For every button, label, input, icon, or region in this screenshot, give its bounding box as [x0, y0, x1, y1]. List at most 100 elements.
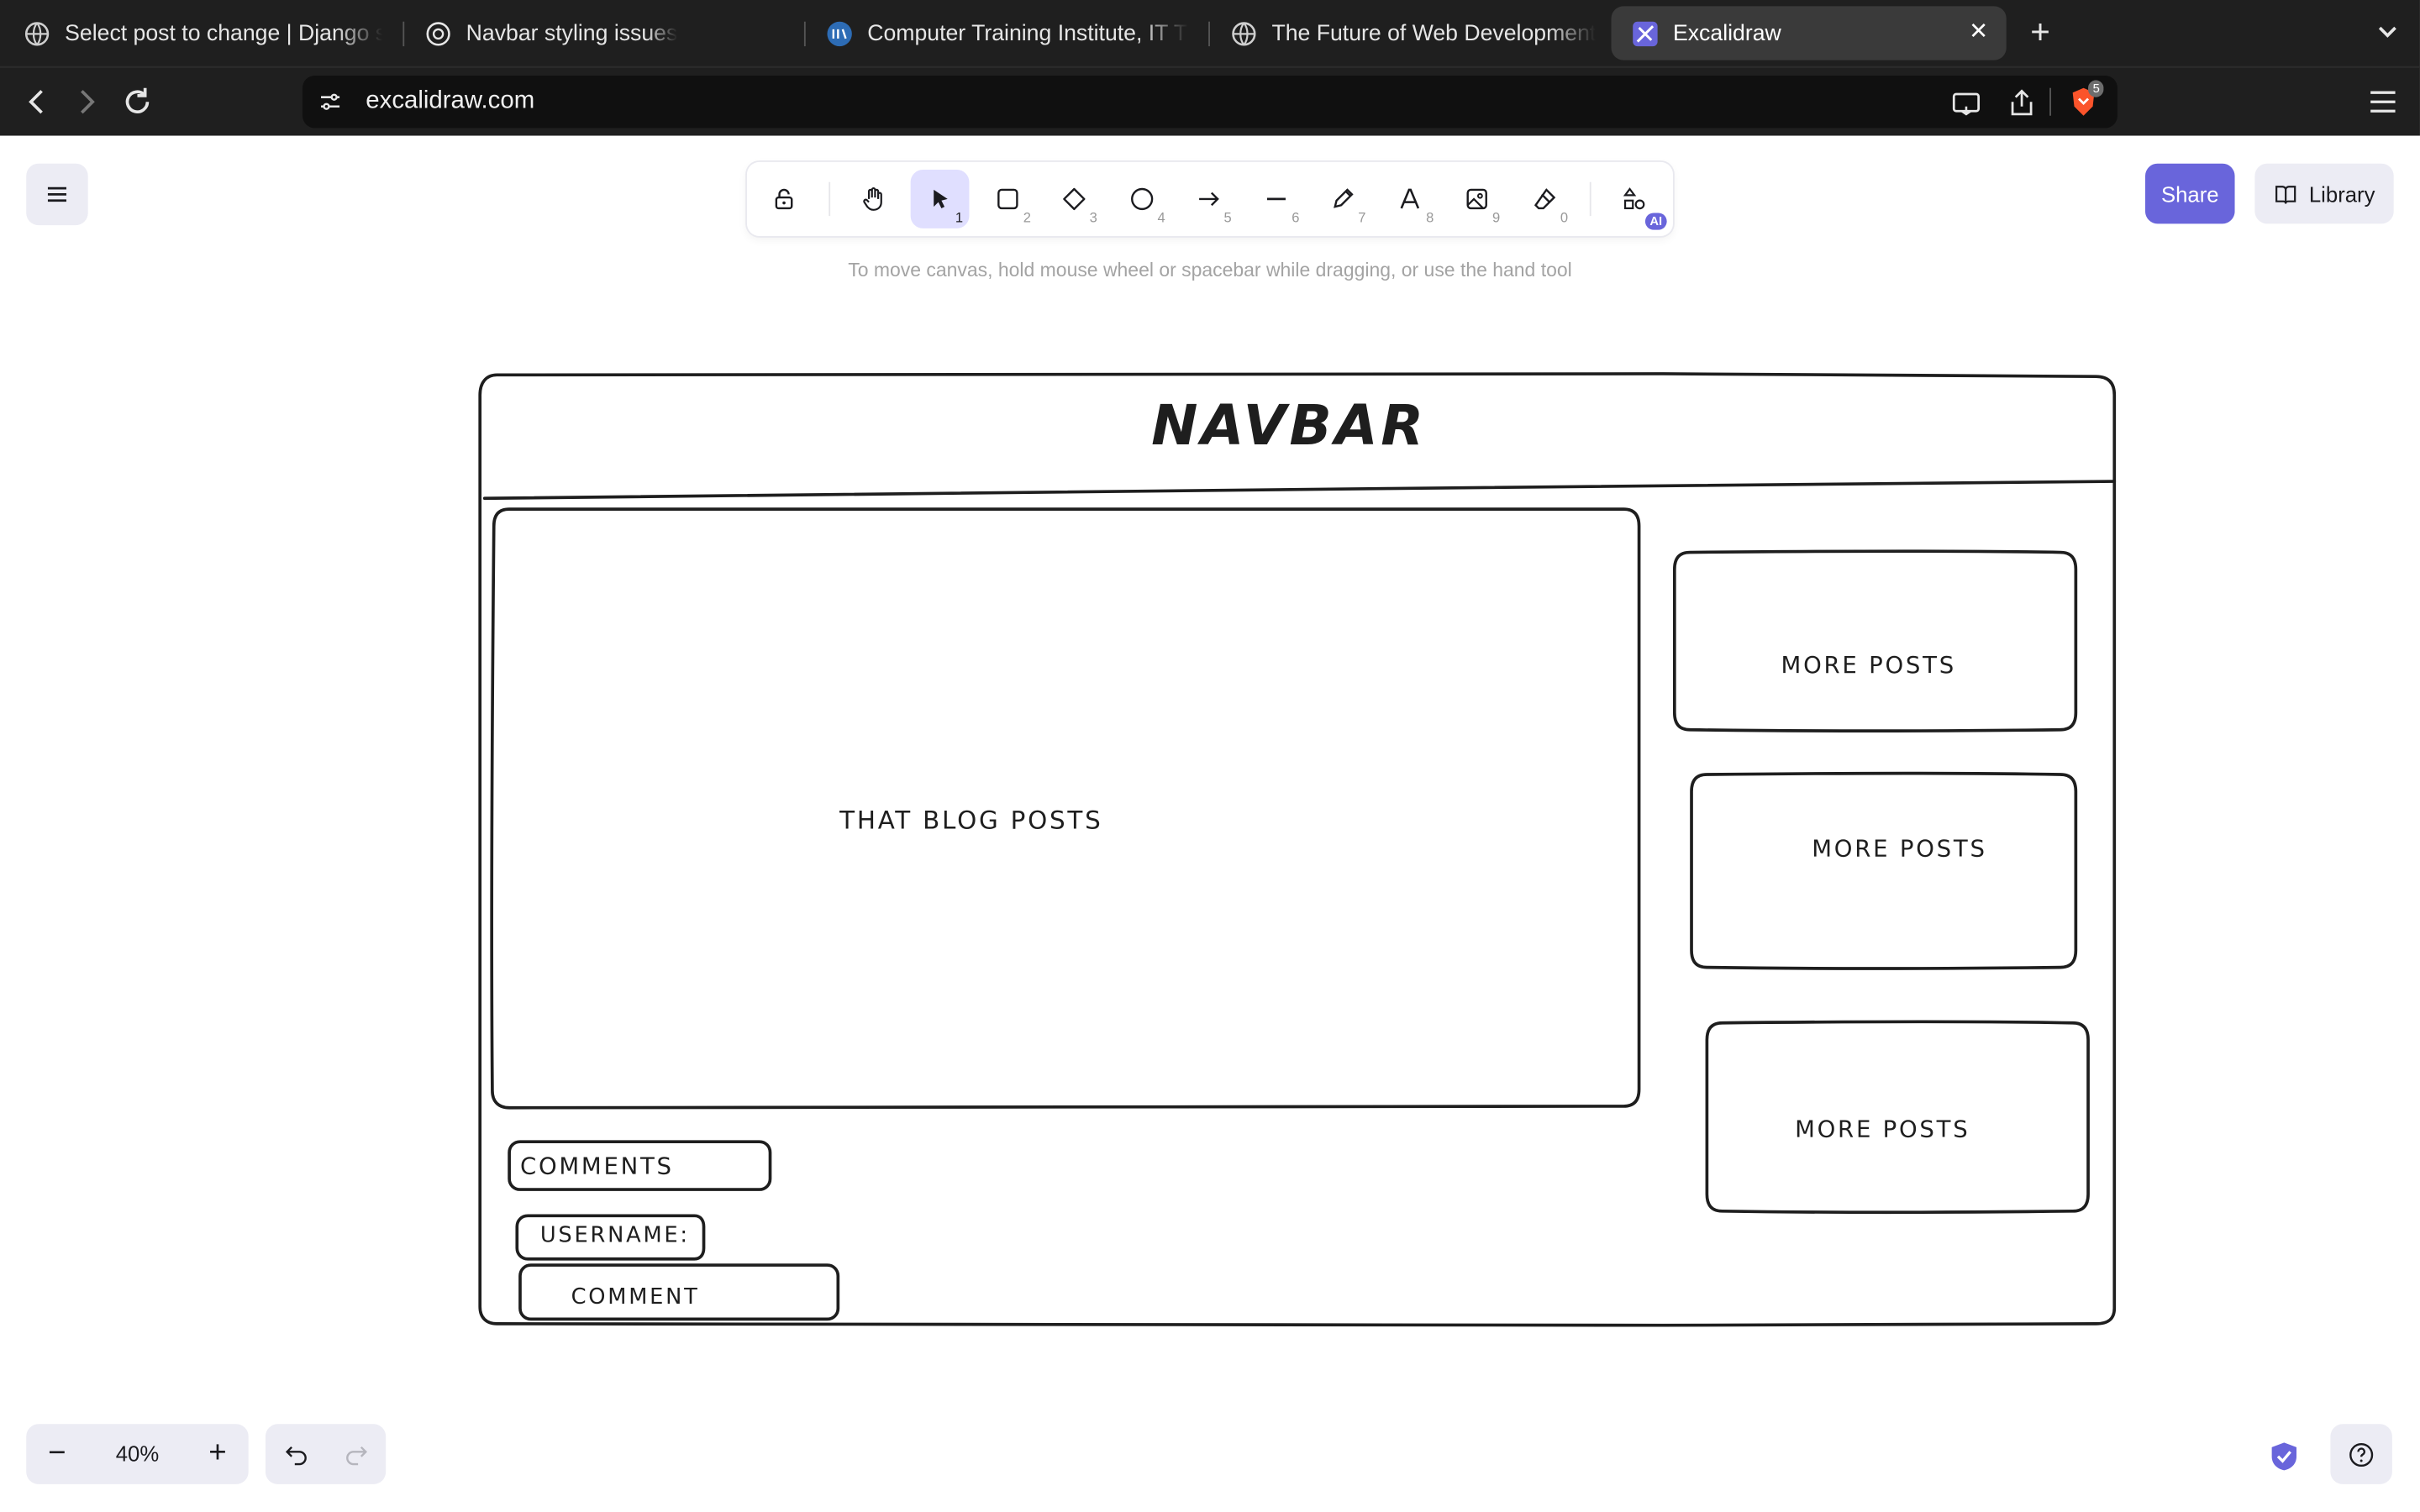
canvas-hint: To move canvas, hold mouse wheel or spac…	[848, 259, 1572, 281]
tool-shortcut: 4	[1157, 209, 1165, 226]
tool-image[interactable]: 9	[1448, 170, 1507, 228]
close-tab-icon[interactable]: ✕	[1966, 19, 1991, 45]
tool-shortcut: 3	[1089, 209, 1097, 226]
more-posts-label-3[interactable]: MORE POSTS	[1795, 1116, 1970, 1143]
username-label[interactable]: USERNAME:	[540, 1224, 690, 1248]
tool-diamond[interactable]: 3	[1044, 170, 1103, 228]
more-posts-label-1[interactable]: MORE POSTS	[1781, 651, 1956, 679]
cast-icon[interactable]	[1951, 88, 1982, 119]
comment-label[interactable]: COMMENT	[571, 1285, 700, 1310]
separator	[2049, 87, 2051, 116]
hamburger-icon	[47, 186, 66, 202]
site-logo-icon	[827, 20, 852, 46]
zoom-in-button[interactable]: +	[187, 1424, 248, 1484]
tab-label: The Future of Web Development	[1271, 20, 1597, 46]
text-icon	[1400, 188, 1420, 209]
excalidraw-logo-icon	[1633, 20, 1658, 46]
shapes-icon	[1623, 187, 1645, 210]
tool-draw[interactable]: 7	[1313, 170, 1372, 228]
image-icon	[1466, 188, 1487, 210]
navbar-label[interactable]: NAVBAR	[1151, 395, 1427, 458]
tab-computer-training[interactable]: Computer Training Institute, IT Training	[827, 6, 1188, 60]
help-icon	[2349, 1442, 2374, 1467]
history-controls	[265, 1424, 387, 1484]
excalidraw-app: NAVBAR THAT BLOG POSTS MORE POSTS MORE P…	[0, 135, 2420, 1512]
toolbar-separator	[1589, 181, 1591, 217]
forward-button[interactable]	[68, 83, 105, 120]
pointer-icon	[934, 189, 948, 208]
browser-menu-icon[interactable]	[2367, 87, 2398, 118]
tool-text[interactable]: 8	[1381, 170, 1440, 228]
book-icon	[2275, 185, 2296, 203]
more-posts-label-2[interactable]: MORE POSTS	[1812, 835, 1986, 863]
help-button[interactable]	[2330, 1424, 2392, 1484]
redo-button[interactable]	[326, 1424, 387, 1484]
url-bar[interactable]: excalidraw.com 5	[302, 75, 2118, 129]
hand-icon	[863, 187, 882, 211]
eraser-icon	[1534, 188, 1556, 210]
zoom-out-button[interactable]: −	[26, 1424, 87, 1484]
ellipse-icon	[1131, 187, 1154, 211]
globe-icon	[24, 21, 50, 45]
tool-shortcut: 0	[1560, 209, 1569, 226]
undo-button[interactable]	[266, 1424, 326, 1484]
share-icon[interactable]	[2007, 88, 2038, 119]
toolbar-separator	[829, 181, 831, 217]
tool-eraser[interactable]: 0	[1516, 170, 1575, 228]
browser-address-bar: excalidraw.com 5	[0, 66, 2420, 136]
tool-selection[interactable]: 1	[910, 170, 970, 228]
navbar-divider	[482, 480, 2117, 501]
drawing-canvas[interactable]	[0, 136, 2420, 1512]
tool-shortcut: 7	[1358, 209, 1366, 226]
library-label: Library	[2308, 181, 2375, 207]
diamond-icon	[1063, 187, 1086, 211]
arrow-icon	[1199, 192, 1219, 207]
tool-hand[interactable]	[844, 170, 903, 228]
main-menu-button[interactable]	[26, 163, 88, 226]
tool-arrow[interactable]: 5	[1179, 170, 1238, 228]
tool-lock[interactable]	[755, 170, 813, 228]
pencil-icon	[1334, 188, 1354, 208]
shapes-toolbar: 1 2 3 4 5 6 7 8 9 0 AI	[746, 161, 1673, 237]
site-settings-icon[interactable]	[318, 90, 342, 114]
tool-line[interactable]: 6	[1247, 170, 1306, 228]
more-posts-box-2	[1690, 771, 2078, 970]
line-icon	[1266, 197, 1286, 201]
tool-ellipse[interactable]: 4	[1113, 170, 1171, 228]
brave-badge: 5	[2088, 80, 2105, 97]
tab-label: Computer Training Institute, IT Training	[867, 20, 1188, 46]
zoom-controls: − 40% +	[26, 1424, 249, 1484]
brave-shields-icon[interactable]: 5	[2066, 80, 2105, 116]
redo-icon	[345, 1446, 367, 1465]
tool-shortcut: 6	[1292, 209, 1300, 226]
tab-django-admin[interactable]: Select post to change | Django site admi…	[24, 6, 383, 60]
encryption-shield-icon[interactable]	[2263, 1435, 2306, 1478]
tab-label: Select post to change | Django site admi…	[65, 20, 382, 46]
tool-shortcut: 8	[1426, 209, 1434, 226]
library-button[interactable]: Library	[2254, 163, 2394, 224]
tool-shortcut: 2	[1023, 209, 1031, 226]
tool-shortcut: 1	[955, 209, 964, 226]
tab-separator	[402, 21, 405, 47]
tab-future-web-dev[interactable]: The Future of Web Development	[1232, 6, 1596, 60]
undo-icon	[285, 1446, 306, 1465]
tab-navbar-styling[interactable]: Navbar styling issues	[426, 6, 790, 60]
share-button[interactable]: Share	[2145, 163, 2235, 224]
tool-shortcut: 9	[1492, 209, 1501, 226]
tab-list-chevron-icon[interactable]	[2370, 15, 2404, 49]
reload-button[interactable]	[118, 83, 155, 120]
zoom-level[interactable]: 40%	[88, 1441, 187, 1465]
tool-rectangle[interactable]: 2	[978, 170, 1037, 228]
tab-excalidraw[interactable]: Excalidraw ✕	[1611, 6, 2007, 60]
blog-posts-label[interactable]: THAT BLOG POSTS	[839, 806, 1102, 835]
unlock-icon	[775, 188, 793, 210]
back-button[interactable]	[18, 83, 55, 120]
tool-more-shapes-ai[interactable]: AI	[1605, 170, 1667, 230]
rectangle-icon	[997, 188, 1018, 210]
new-tab-button[interactable]: +	[2022, 14, 2059, 52]
tab-label: Excalidraw	[1672, 20, 1781, 46]
ai-badge: AI	[1644, 213, 1667, 230]
tab-separator	[803, 21, 806, 47]
comments-label[interactable]: COMMENTS	[520, 1152, 674, 1180]
chatgpt-icon	[426, 21, 450, 45]
